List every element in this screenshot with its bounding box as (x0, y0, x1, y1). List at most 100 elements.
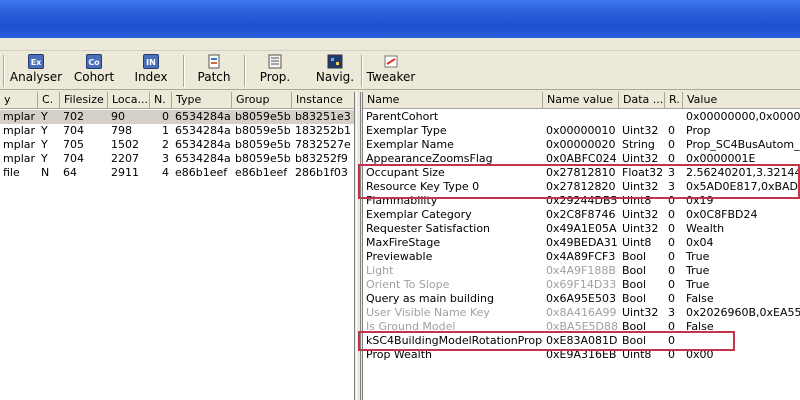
prop-icon (267, 54, 283, 69)
file-row-cell: 90 (111, 110, 125, 123)
property-row-type: Uint32 (622, 306, 659, 319)
property-row-namevalue: 0x49A1E05A (546, 222, 617, 235)
menu-bar (0, 38, 800, 51)
file-row-cell: 64 (63, 166, 77, 179)
analyser-icon: Ex (28, 54, 44, 69)
property-row-value: 0x00000000,0x00000000 (686, 110, 800, 123)
file-row-cell[interactable]: mplar file (0, 152, 38, 166)
title-bar (0, 0, 800, 38)
navig-button[interactable]: Navig. (312, 52, 358, 90)
property-row-value: True (686, 264, 710, 277)
property-row-name[interactable]: Exemplar Name (363, 138, 543, 152)
property-row-type: Uint32 (622, 222, 659, 235)
file-row-cell[interactable]: mplar file (0, 110, 38, 124)
toolbar-separator (3, 55, 5, 87)
property-row-namevalue (543, 110, 619, 124)
file-row-cell: e86b1eef (175, 166, 228, 179)
tweaker-button[interactable]: Tweaker (366, 52, 416, 90)
property-list[interactable]: Name Name value Data ... R. Value Parent… (362, 92, 800, 400)
column-header-instance[interactable]: Instance (292, 92, 354, 109)
column-header-reps[interactable]: R. (665, 92, 683, 109)
file-row-cell: 705 (63, 138, 84, 151)
property-row-name[interactable]: Previewable (363, 250, 543, 264)
column-header-value[interactable]: Value (683, 92, 800, 109)
property-row-name[interactable]: Requester Satisfaction (363, 222, 543, 236)
toolbar: Ex Analyser Co Cohort IN Index Patch Pro… (0, 52, 800, 90)
file-row-cell: Y (41, 124, 48, 137)
property-row-name[interactable]: Light (363, 264, 543, 278)
highlight-box-rotation-property (358, 331, 735, 351)
file-list[interactable]: y C. Filesize Loca... N. Type Group Inst… (0, 92, 355, 400)
file-row-cell: 7832527e (295, 138, 351, 151)
file-row-cell[interactable]: file (0, 166, 38, 180)
file-row-cell: Y (41, 110, 48, 123)
file-row-cell: 798 (111, 124, 132, 137)
column-header-data-type[interactable]: Data ... (619, 92, 665, 109)
file-row-cell[interactable]: mplar file (0, 138, 38, 152)
file-row-cell: b8059e5b (235, 152, 291, 165)
property-row-r: 0 (668, 138, 675, 151)
cohort-icon: Co (86, 54, 102, 69)
property-row-name[interactable]: Orient To Slope (363, 278, 543, 292)
file-row-cell: 286b1f03 (295, 166, 348, 179)
prop-button[interactable]: Prop. (252, 52, 298, 90)
column-header-location[interactable]: Loca... (108, 92, 150, 109)
column-header-type[interactable]: Type (172, 92, 232, 109)
property-row-name[interactable]: ParentCohort (363, 110, 543, 124)
file-row-cell: 6534284a (175, 124, 231, 137)
file-row-cell[interactable]: mplar file (0, 124, 38, 138)
file-row-cell: 1 (162, 124, 169, 137)
column-header-group[interactable]: Group (232, 92, 292, 109)
property-row-type: Bool (622, 278, 647, 291)
property-row-name[interactable]: User Visible Name Key (363, 306, 543, 320)
patch-button[interactable]: Patch (192, 52, 236, 90)
file-row-cell: 702 (63, 110, 84, 123)
index-button[interactable]: IN Index (128, 52, 174, 90)
property-row-name[interactable]: Exemplar Type (363, 124, 543, 138)
toolbar-separator (183, 55, 185, 87)
file-row-cell: 183252b1 (295, 124, 351, 137)
property-row-r: 0 (668, 278, 675, 291)
column-header-name[interactable]: Name (363, 92, 543, 109)
column-header-compressed[interactable]: C. (38, 92, 60, 109)
property-row-type: Uint32 (622, 124, 659, 137)
property-row-r: 0 (668, 208, 675, 221)
property-row-type: Bool (622, 264, 647, 277)
property-row-r: 0 (668, 264, 675, 277)
property-row-namevalue: 0x4A89FCF3 (546, 250, 616, 263)
file-row-cell: 704 (63, 124, 84, 137)
file-row-cell: b8059e5b (235, 110, 291, 123)
property-row-value: Wealth (686, 222, 725, 235)
pane-splitter[interactable] (356, 92, 361, 400)
cohort-button[interactable]: Co Cohort (70, 52, 118, 90)
patch-icon (206, 54, 222, 69)
property-row-name[interactable]: MaxFireStage (363, 236, 543, 250)
property-row-name[interactable]: Query as main building (363, 292, 543, 306)
file-row-cell: 2911 (111, 166, 139, 179)
property-row-value: True (686, 250, 710, 263)
file-row-cell: 4 (162, 166, 169, 179)
property-row-r (665, 110, 683, 124)
property-row-r: 0 (668, 250, 675, 263)
property-row-value: Prop_SC4BusAutom_00 (686, 138, 800, 151)
column-header-number[interactable]: N. (150, 92, 172, 109)
column-header-description[interactable]: y (0, 92, 38, 109)
file-row-cell: e86b1eef (235, 166, 288, 179)
file-row-cell: Y (41, 152, 48, 165)
column-header-filesize[interactable]: Filesize (60, 92, 108, 109)
property-row-type: String (622, 138, 655, 151)
column-header-name-value[interactable]: Name value (543, 92, 619, 109)
property-row-name[interactable]: Exemplar Category (363, 208, 543, 222)
file-row-cell: 6534284a (175, 110, 231, 123)
property-row-type (619, 110, 665, 124)
property-row-r: 0 (668, 292, 675, 305)
analyser-button[interactable]: Ex Analyser (9, 52, 63, 90)
file-row-cell: 704 (63, 152, 84, 165)
tweaker-icon (383, 54, 399, 69)
property-row-namevalue: 0x8A416A99 (546, 306, 617, 319)
property-row-namevalue: 0x00000020 (546, 138, 616, 151)
file-row-cell: 6534284a (175, 138, 231, 151)
property-row-r: 0 (668, 124, 675, 137)
property-row-namevalue: 0x4A9F188B (546, 264, 616, 277)
property-row-value: 0x2026960B,0xEA5524 (686, 306, 800, 319)
